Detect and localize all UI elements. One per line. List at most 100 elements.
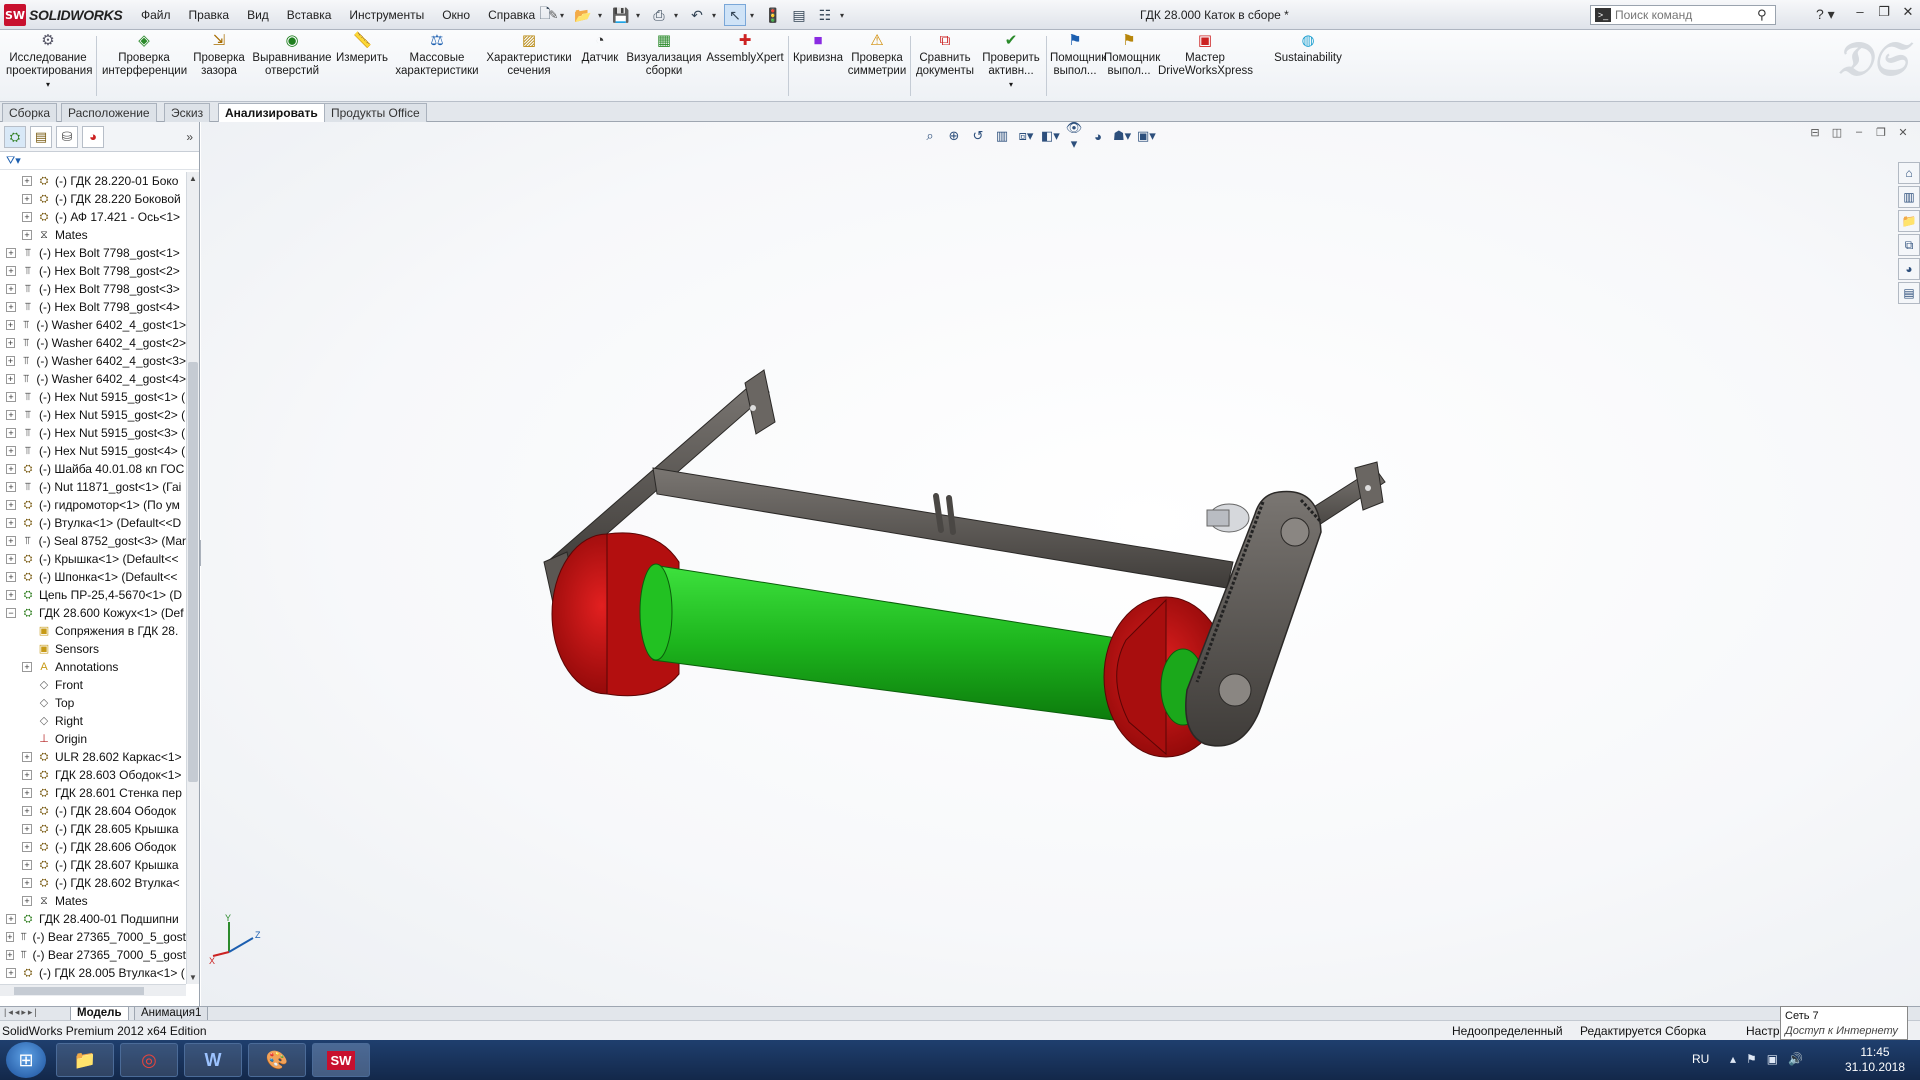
green-roller-left-end[interactable] bbox=[639, 563, 673, 661]
assistant-button-2[interactable]: ⚑ Помощник выпол... bbox=[1104, 32, 1160, 78]
expand-icon[interactable]: + bbox=[22, 842, 32, 852]
3d-model-view[interactable] bbox=[201, 122, 1920, 1006]
expand-icon[interactable]: + bbox=[22, 824, 32, 834]
tree-item[interactable]: + ⫪ (-) Bear 27365_7000_5_gost bbox=[0, 946, 186, 964]
tree-item[interactable]: ▣ Сопряжения в ГДК 28. bbox=[0, 622, 186, 640]
tree-item[interactable]: − ⛭ ГДК 28.600 Кожух<1> (Def bbox=[0, 604, 186, 622]
mass-properties-button[interactable]: ⚖ Массовые характеристики bbox=[392, 32, 482, 78]
tree-item[interactable]: + ⛭ (-) ГДК 28.607 Крышка bbox=[0, 856, 186, 874]
menu-edit[interactable]: Правка bbox=[180, 8, 239, 22]
filter-icon[interactable]: ⛛▾ bbox=[6, 154, 21, 168]
tree-item[interactable]: + ⛭ (-) ГДК 28.005 Втулка<1> ( bbox=[0, 964, 186, 982]
solidworks-logo[interactable]: SW SOLIDWORKS bbox=[0, 2, 124, 28]
tree-item[interactable]: + ⛭ ГДК 28.400-01 Подшипни bbox=[0, 910, 186, 928]
expand-panel-icon[interactable]: » bbox=[186, 130, 193, 144]
frame-plate-left[interactable] bbox=[744, 369, 776, 435]
sustainability-button[interactable]: ◍ Sustainability bbox=[1268, 32, 1348, 65]
rebuild-icon[interactable]: 🚦 bbox=[762, 4, 784, 26]
expand-icon[interactable]: + bbox=[22, 770, 32, 780]
assistant-button-1[interactable]: ⚑ Помощник выпол... bbox=[1050, 32, 1106, 78]
expand-icon[interactable]: + bbox=[6, 590, 16, 600]
tab-assembly[interactable]: Сборка bbox=[2, 103, 58, 122]
curvature-button[interactable]: ■ Кривизна bbox=[792, 32, 844, 65]
driveworks-button[interactable]: ▣ Мастер DriveWorksXpress bbox=[1158, 32, 1253, 78]
green-roller[interactable] bbox=[652, 564, 1130, 723]
chevron-down-icon[interactable]: ▾ bbox=[840, 11, 848, 20]
options-icon[interactable]: ☷ bbox=[814, 4, 836, 26]
taskbar-solidworks[interactable]: SW bbox=[312, 1043, 370, 1077]
tree-item[interactable]: + ⛭ (-) ГДК 28.220-01 Боко bbox=[0, 172, 186, 190]
tree-item[interactable]: + ⛭ ГДК 28.601 Стенка пер bbox=[0, 784, 186, 802]
expand-icon[interactable]: + bbox=[6, 284, 16, 294]
chevron-down-icon[interactable]: ▾ bbox=[636, 11, 644, 20]
tree-item[interactable]: + ⛭ (-) ГДК 28.606 Ободок bbox=[0, 838, 186, 856]
volume-icon[interactable]: 🔊 bbox=[1788, 1052, 1803, 1066]
configuration-manager-tab-icon[interactable]: ⛁ bbox=[56, 125, 78, 148]
tree-item[interactable]: + ⛭ (-) Шпонка<1> (Default<< bbox=[0, 568, 186, 586]
tree-item[interactable]: + ⫪ (-) Hex Nut 5915_gost<1> ( bbox=[0, 388, 186, 406]
tree-item[interactable]: ▣ Sensors bbox=[0, 640, 186, 658]
search-input[interactable] bbox=[1615, 8, 1757, 22]
menu-tools[interactable]: Инструменты bbox=[340, 8, 433, 22]
tree-item[interactable]: + ⫪ (-) Hex Bolt 7798_gost<3> bbox=[0, 280, 186, 298]
expand-icon[interactable]: + bbox=[22, 194, 32, 204]
status-units[interactable]: Настр bbox=[1746, 1024, 1780, 1038]
menu-insert[interactable]: Вставка bbox=[278, 8, 341, 22]
expand-icon[interactable]: + bbox=[6, 392, 16, 402]
minimize-icon[interactable]: – bbox=[1852, 4, 1868, 20]
close-icon[interactable]: ✕ bbox=[1900, 4, 1916, 20]
tree-item[interactable]: + ⛭ Цепь ПР-25,4-5670<1> (D bbox=[0, 586, 186, 604]
tree-item[interactable]: ◇ Front bbox=[0, 676, 186, 694]
tree-item[interactable]: + ⫪ (-) Washer 6402_4_gost<4> bbox=[0, 370, 186, 388]
tree-item[interactable]: + ⫪ (-) Hex Bolt 7798_gost<2> bbox=[0, 262, 186, 280]
save-icon[interactable]: 💾 bbox=[610, 4, 632, 26]
tree-item[interactable]: + ⫪ (-) Hex Bolt 7798_gost<4> bbox=[0, 298, 186, 316]
tree-item[interactable]: + ⫪ (-) Washer 6402_4_gost<1> bbox=[0, 316, 186, 334]
chevron-down-icon[interactable]: ▾ bbox=[978, 78, 1044, 91]
start-button[interactable]: ⊞ bbox=[6, 1042, 46, 1078]
bolt-hole[interactable] bbox=[1365, 485, 1371, 491]
tab-evaluate[interactable]: Анализировать bbox=[218, 103, 325, 122]
sensor-button[interactable]: ◔ Датчик bbox=[576, 32, 624, 65]
expand-icon[interactable]: + bbox=[22, 662, 32, 672]
tree-item[interactable]: + ⫪ (-) Bear 27365_7000_5_gost bbox=[0, 928, 186, 946]
tree-horizontal-scrollbar[interactable] bbox=[0, 984, 186, 996]
expand-icon[interactable]: + bbox=[6, 914, 16, 924]
tree-item[interactable]: + ⛭ ГДК 28.603 Ободок<1> bbox=[0, 766, 186, 784]
chevron-down-icon[interactable]: ▾ bbox=[6, 78, 90, 91]
tree-item[interactable]: + ⛭ ULR 28.602 Каркас<1> bbox=[0, 748, 186, 766]
expand-icon[interactable]: + bbox=[6, 968, 16, 978]
expand-icon[interactable]: + bbox=[6, 446, 16, 456]
hydraulic-motor-body[interactable] bbox=[1206, 509, 1230, 527]
expand-icon[interactable]: + bbox=[6, 518, 16, 528]
expand-icon[interactable]: + bbox=[6, 536, 16, 546]
tree-item[interactable]: + ⫪ (-) Washer 6402_4_gost<3> bbox=[0, 352, 186, 370]
tree-item[interactable]: + ⫪ (-) Hex Nut 5915_gost<2> ( bbox=[0, 406, 186, 424]
expand-icon[interactable]: + bbox=[6, 482, 16, 492]
collapse-icon[interactable]: − bbox=[6, 608, 16, 618]
new-document-icon[interactable]: 🗋 bbox=[534, 4, 556, 26]
expand-icon[interactable]: + bbox=[6, 500, 16, 510]
expand-icon[interactable]: + bbox=[6, 338, 16, 348]
property-manager-tab-icon[interactable]: ▤ bbox=[30, 125, 52, 148]
upper-sprocket[interactable] bbox=[1280, 517, 1310, 547]
tree-item[interactable]: + ⛭ (-) АФ 17.421 - Ось<1> bbox=[0, 208, 186, 226]
tree-item[interactable]: + ⛭ (-) гидромотор<1> (По ум bbox=[0, 496, 186, 514]
print-icon[interactable]: ⎙ bbox=[648, 4, 670, 26]
assemblyxpert-button[interactable]: ✚ AssemblyXpert bbox=[704, 32, 786, 65]
tab-navigation-icon[interactable]: |◂◂▸▸| bbox=[4, 1007, 39, 1018]
expand-icon[interactable]: + bbox=[6, 410, 16, 420]
symmetry-check-button[interactable]: ⚠ Проверка симметрии bbox=[846, 32, 908, 78]
tree-item[interactable]: + ⫪ (-) Hex Nut 5915_gost<4> ( bbox=[0, 442, 186, 460]
tree-item[interactable]: + ⛭ (-) ГДК 28.604 Ободок bbox=[0, 802, 186, 820]
tree-item[interactable]: ◇ Top bbox=[0, 694, 186, 712]
tree-item[interactable]: + ⛭ (-) Втулка<1> (Default<<D bbox=[0, 514, 186, 532]
chevron-down-icon[interactable]: ▾ bbox=[712, 11, 720, 20]
expand-icon[interactable]: + bbox=[22, 878, 32, 888]
tree-item[interactable]: + ⫪ (-) Hex Nut 5915_gost<3> ( bbox=[0, 424, 186, 442]
tree-item[interactable]: + ⛭ (-) ГДК 28.220 Боковой bbox=[0, 190, 186, 208]
taskbar-chrome[interactable]: ◎ bbox=[120, 1043, 178, 1077]
tree-filter[interactable]: ⛛▾ bbox=[0, 152, 199, 170]
tree-item[interactable]: + ⛭ (-) Шайба 40.01.08 кп ГОС bbox=[0, 460, 186, 478]
tree-item[interactable]: + ⛭ (-) Крышка<1> (Default<< bbox=[0, 550, 186, 568]
